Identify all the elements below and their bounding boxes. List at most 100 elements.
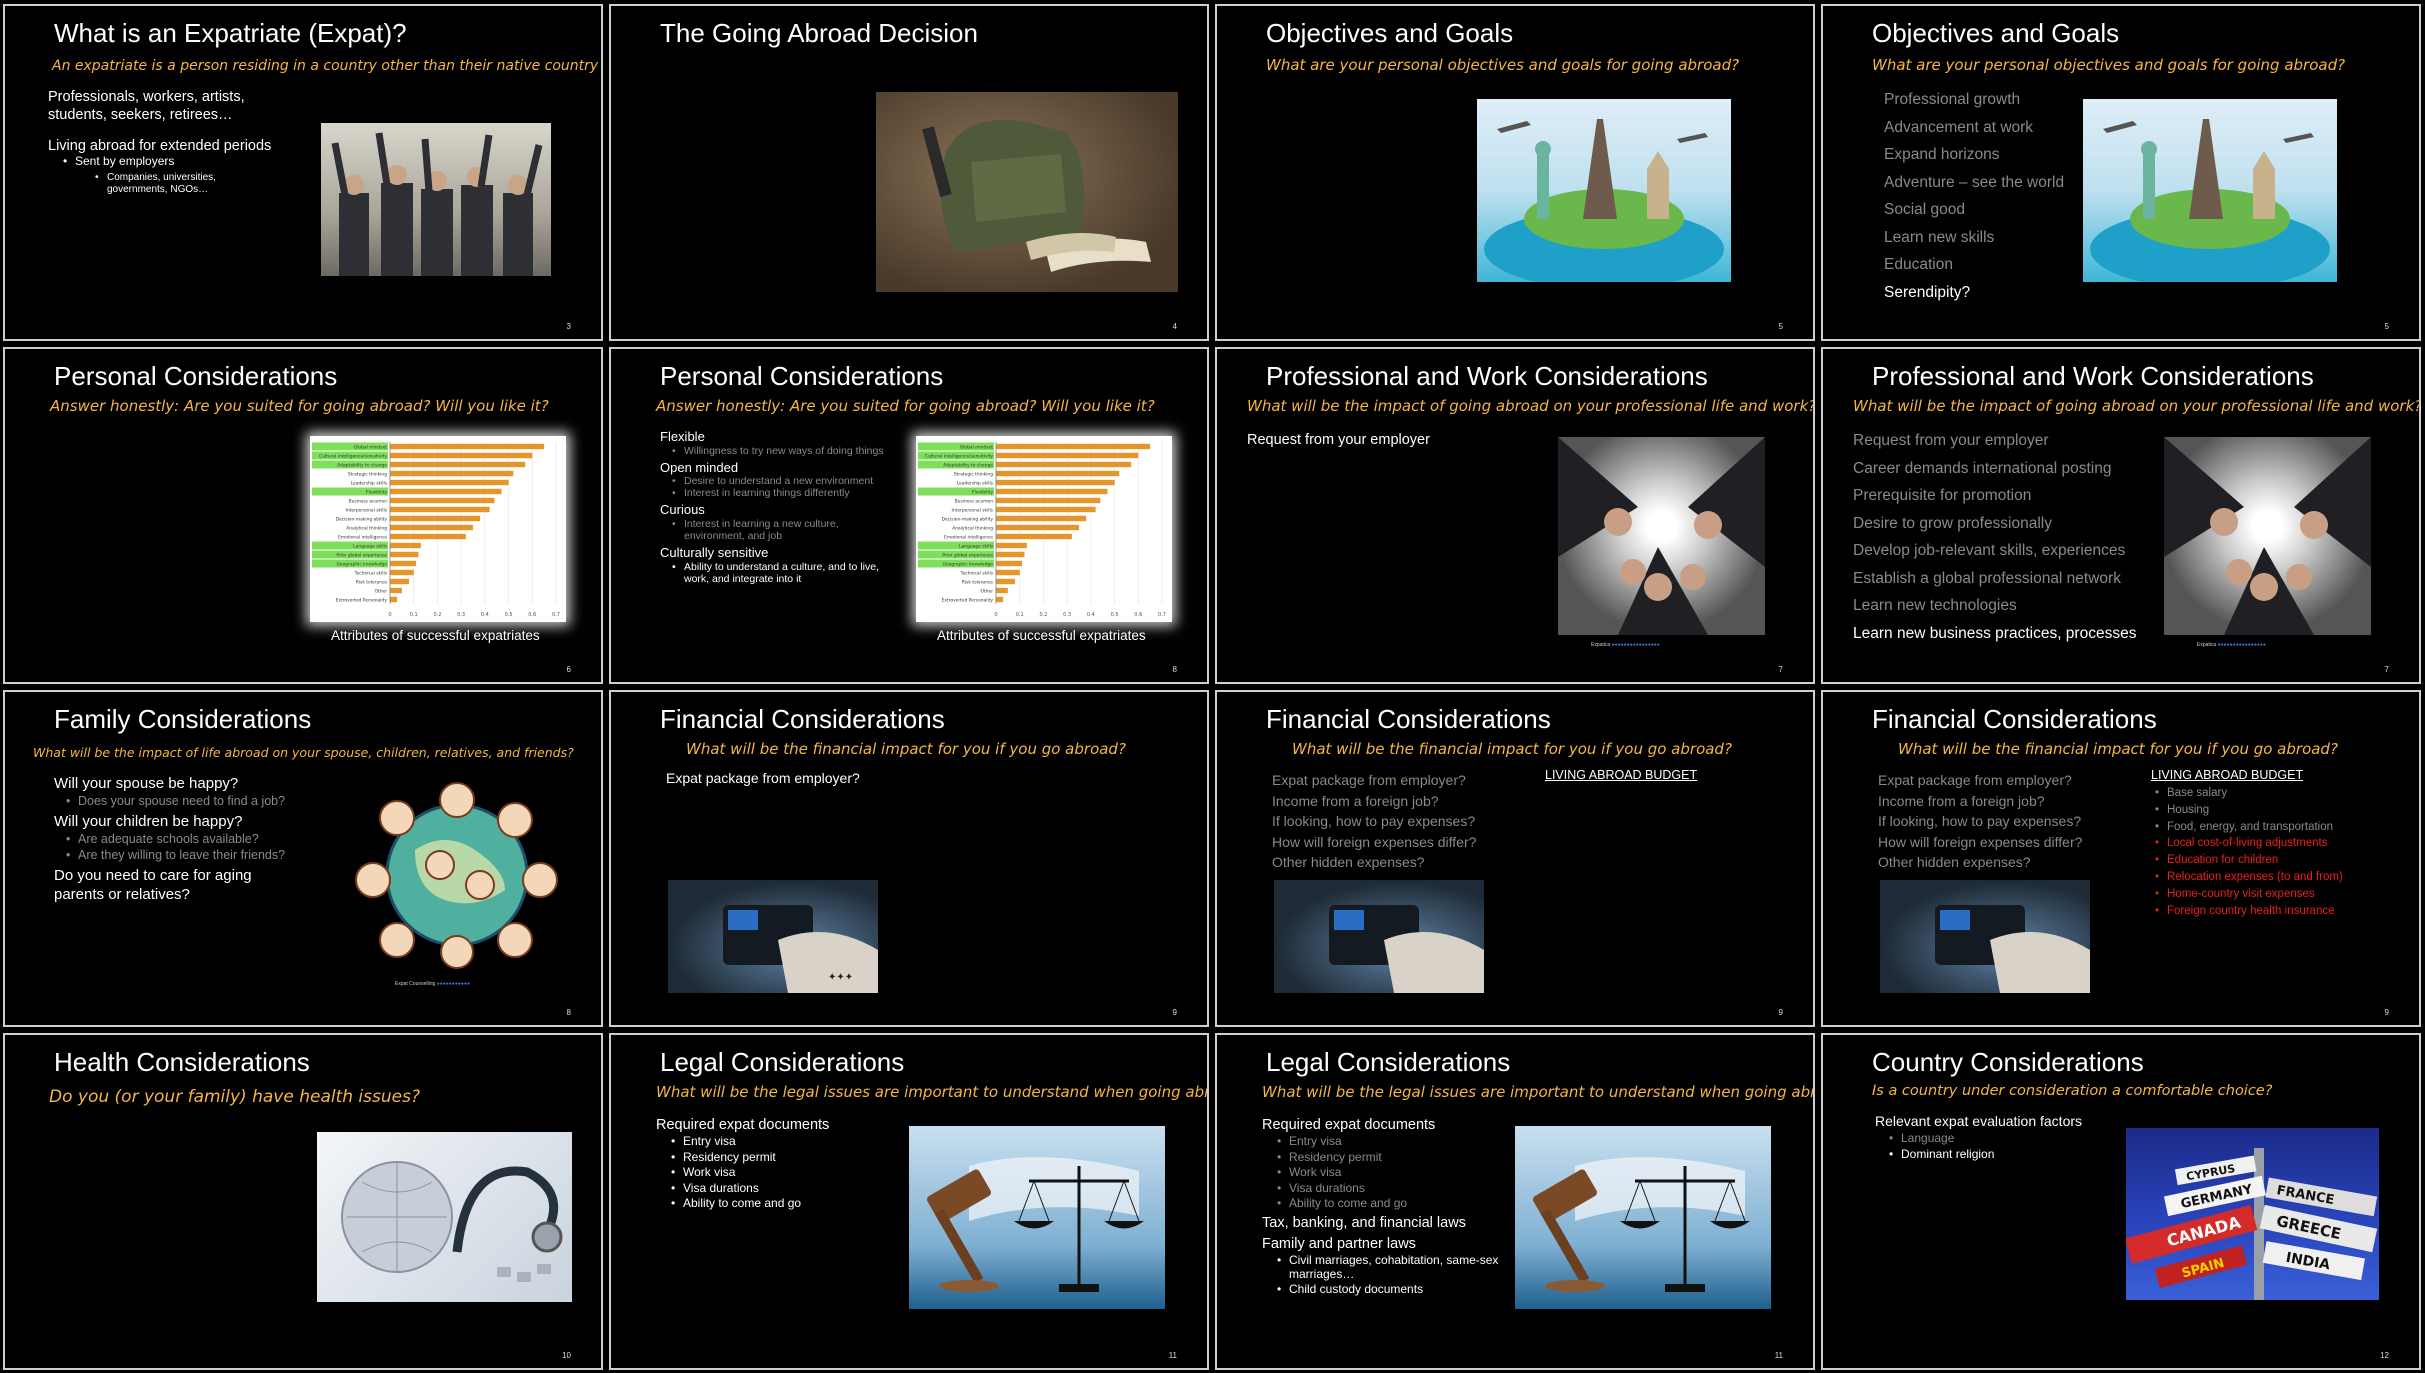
bar-chart-svg: 0 0.1 0.2 0.3 0.4 0.5 0.6 0.7 Global mindset Cult…	[312, 442, 560, 618]
list-item: Establish a global professional network	[1853, 569, 2121, 587]
tax-heading: Tax, banking, and financial laws	[1262, 1215, 1466, 1231]
chart-bar	[390, 497, 495, 504]
slide-thumbnail-10[interactable]: Financial Considerations What will be th…	[609, 690, 1209, 1027]
chart-bar	[390, 596, 398, 603]
category-label: Global mindset	[354, 444, 387, 450]
image-credit: Expat Counselling ●●●●●●●●●●●	[395, 981, 470, 988]
slide-text: Professionals, workers, artists, student…	[48, 89, 245, 124]
slide-text: Expat package from employer?	[666, 770, 860, 786]
backpack-and-books-photo	[876, 92, 1178, 292]
slide-thumbnail-12[interactable]: Financial Considerations What will be th…	[1821, 690, 2421, 1027]
slide-thumbnail-13[interactable]: Health Considerations Do you (or your fa…	[3, 1033, 603, 1370]
chart-bar	[390, 488, 502, 495]
chart-bar	[996, 488, 1108, 495]
attributes-bar-chart: 0 0.1 0.2 0.3 0.4 0.5 0.6 0.7 Global mindset Cult…	[310, 436, 566, 622]
slide-thumbnail-6[interactable]: Personal Considerations Answer honestly:…	[609, 347, 1209, 684]
category-label: Technical skills	[960, 570, 994, 576]
documents-heading: Required expat documents	[656, 1117, 830, 1133]
gavel-and-scales-photo	[909, 1126, 1165, 1309]
category-label: Business acumen	[349, 498, 388, 504]
x-tick-label: 0.5	[505, 612, 513, 618]
slide-title: Health Considerations	[54, 1047, 310, 1077]
question: If looking, how to pay expenses?	[1878, 813, 2082, 829]
category-label: Cultural intelligence/sensitivity	[925, 453, 993, 459]
goal-item: Advancement at work	[1884, 118, 2034, 136]
factors-list: Language Dominant religion	[1887, 1131, 1994, 1162]
slide-subtitle: What will be the financial impact for yo…	[686, 740, 1126, 758]
slide-subtitle: What will be the financial impact for yo…	[1292, 740, 1732, 758]
list-item: Ability to come and go	[1275, 1196, 1407, 1212]
slide-thumbnail-2[interactable]: The Going Abroad Decision 4	[609, 4, 1209, 341]
slide-thumbnail-11[interactable]: Financial Considerations What will be th…	[1215, 690, 1815, 1027]
category-label: Extroverted Personality	[942, 597, 994, 603]
category-label: Language skills	[959, 543, 994, 549]
slide-subtitle: An expatriate is a person residing in a …	[52, 58, 599, 74]
bullet: Interest in learning a new culture, envi…	[670, 518, 900, 542]
slide-thumbnail-14[interactable]: Legal Considerations What will be the le…	[609, 1033, 1209, 1370]
documents-heading: Required expat documents	[1262, 1117, 1436, 1133]
budget-item-highlight: Foreign country health insurance	[2153, 903, 2343, 920]
list-item: Language	[1887, 1131, 1994, 1147]
slide-thumbnail-9[interactable]: Family Considerations What will be the i…	[3, 690, 603, 1027]
slide-number: 3	[566, 322, 571, 331]
chart-bar	[996, 470, 1120, 477]
x-tick-label: 0	[994, 612, 997, 618]
x-tick-label: 0.6	[528, 612, 536, 618]
category-label: Geographic knowledge	[337, 561, 388, 567]
goal-item: Education	[1884, 256, 1953, 273]
question: Expat package from employer?	[1878, 772, 2072, 788]
x-tick-label: 0.2	[433, 612, 441, 618]
bullet: Ability to understand a culture, and to …	[670, 561, 900, 585]
list-item: Residency permit	[669, 1150, 801, 1166]
slide-thumbnail-4[interactable]: Objectives and Goals What are your perso…	[1821, 4, 2421, 341]
list-item-highlight: Learn new business practices, processes	[1853, 624, 2137, 642]
financial-questions: Expat package from employer? Income from…	[1878, 770, 2082, 873]
slide-title: Financial Considerations	[660, 704, 945, 734]
category-label: Emotional intelligence	[944, 534, 993, 540]
slide-number: 12	[2380, 1351, 2389, 1360]
credit-label: Expat Counselling	[395, 981, 436, 987]
image-credit: Expatica ●●●●●●●●●●●●●●●●	[1591, 642, 1660, 649]
slide-thumbnail-5[interactable]: Personal Considerations Answer honestly:…	[3, 347, 603, 684]
slide-title: Personal Considerations	[660, 361, 944, 391]
bullet: Desire to understand a new environment	[670, 475, 900, 487]
slide-number: 9	[1778, 1008, 1783, 1017]
goal-item: Learn new skills	[1884, 228, 1995, 246]
bullet: Companies, universities, governments, NG…	[93, 172, 243, 195]
slide-thumbnail-3[interactable]: Objectives and Goals What are your perso…	[1215, 4, 1815, 341]
slide-title: Financial Considerations	[1266, 704, 1551, 734]
budget-item-highlight: Education for children	[2153, 852, 2343, 869]
family-laws-heading: Family and partner laws	[1262, 1236, 1416, 1252]
list-item: Request from your employer	[1853, 432, 2049, 449]
credit-link[interactable]: ●●●●●●●●●●●●●●●●	[2218, 642, 2266, 648]
slide-thumbnail-15[interactable]: Legal Considerations What will be the le…	[1215, 1033, 1815, 1370]
credit-link[interactable]: ●●●●●●●●●●●●●●●●	[1612, 642, 1660, 648]
question: How will foreign expenses differ?	[1878, 833, 2083, 850]
category-label: Risk tolerance	[962, 579, 994, 585]
slide-title: Family Considerations	[54, 704, 312, 734]
slide-title: The Going Abroad Decision	[660, 18, 978, 48]
x-tick-label: 0.6	[1134, 612, 1142, 618]
slide-number: 11	[1774, 1351, 1783, 1360]
category-label: Analytical thinking	[346, 525, 387, 531]
slide-number: 9	[1172, 1008, 1177, 1017]
slide-thumbnail-8[interactable]: Professional and Work Considerations Wha…	[1821, 347, 2421, 684]
budget-item-highlight: Relocation expenses (to and from)	[2153, 869, 2343, 886]
list-item: Dominant religion	[1887, 1147, 1994, 1163]
slide-thumbnail-16[interactable]: Country Considerations Is a country unde…	[1821, 1033, 2421, 1370]
credit-link[interactable]: ●●●●●●●●●●●	[437, 981, 470, 987]
slide-title: Legal Considerations	[1266, 1047, 1511, 1077]
list-item: Desire to grow professionally	[1853, 514, 2053, 532]
slide-number: 8	[1172, 665, 1177, 674]
slide-thumbnail-1[interactable]: What is an Expatriate (Expat)? An expatr…	[3, 4, 603, 341]
slide-subtitle: What are your personal objectives and go…	[1266, 56, 1740, 74]
slide-number: 5	[2384, 322, 2389, 331]
category-label: Interpersonal skills	[952, 507, 994, 513]
list-item: Career demands international posting	[1853, 459, 2112, 477]
slide-thumbnail-7[interactable]: Professional and Work Considerations Wha…	[1215, 347, 1815, 684]
budget-heading: LIVING ABROAD BUDGET	[2151, 768, 2304, 782]
bullet: Interest in learning things differently	[670, 487, 900, 499]
category-label: Cultural intelligence/sensitivity	[319, 453, 387, 459]
chart-bar	[996, 533, 1072, 540]
chart-bar	[996, 596, 1004, 603]
